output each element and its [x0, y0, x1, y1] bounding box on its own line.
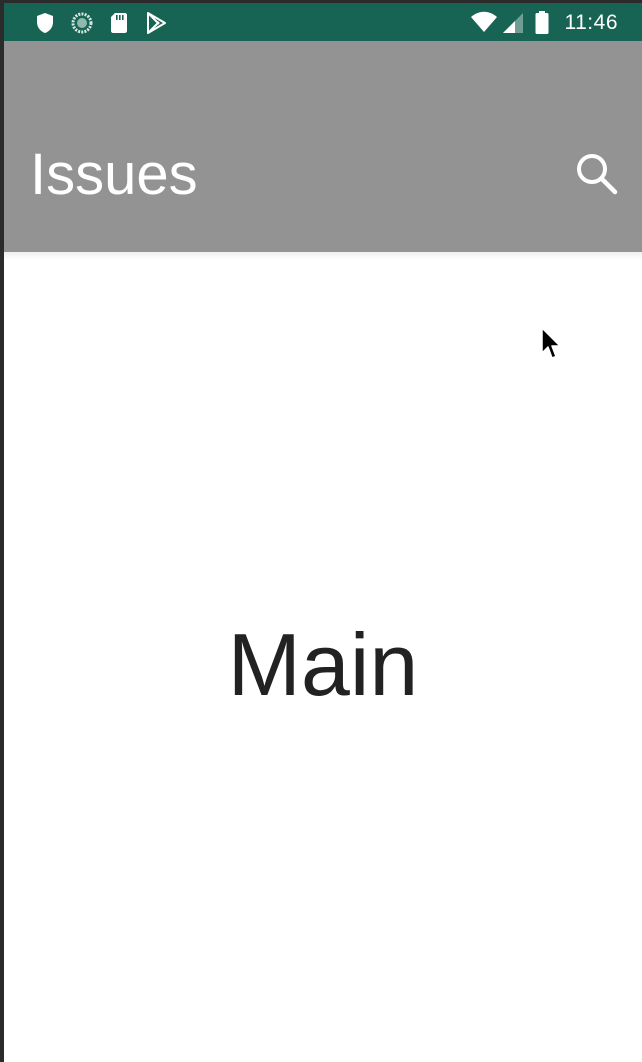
status-time: 11:46	[564, 11, 618, 34]
signal-icon	[503, 13, 523, 33]
mouse-cursor-icon	[541, 327, 561, 359]
wifi-icon	[471, 11, 497, 32]
app-bar-shadow	[4, 252, 642, 260]
shield-icon	[37, 13, 53, 33]
battery-icon	[535, 11, 549, 34]
status-bar: 11:46	[4, 3, 642, 41]
search-icon[interactable]	[572, 149, 620, 197]
main-label: Main	[227, 615, 419, 714]
sync-icon	[71, 12, 93, 34]
search-button[interactable]	[572, 149, 620, 197]
play-store-icon	[147, 12, 166, 34]
page-title: Issues	[30, 142, 198, 207]
sd-card-icon	[111, 13, 127, 33]
app-screen: 11:46 Issues Main	[4, 3, 642, 1062]
